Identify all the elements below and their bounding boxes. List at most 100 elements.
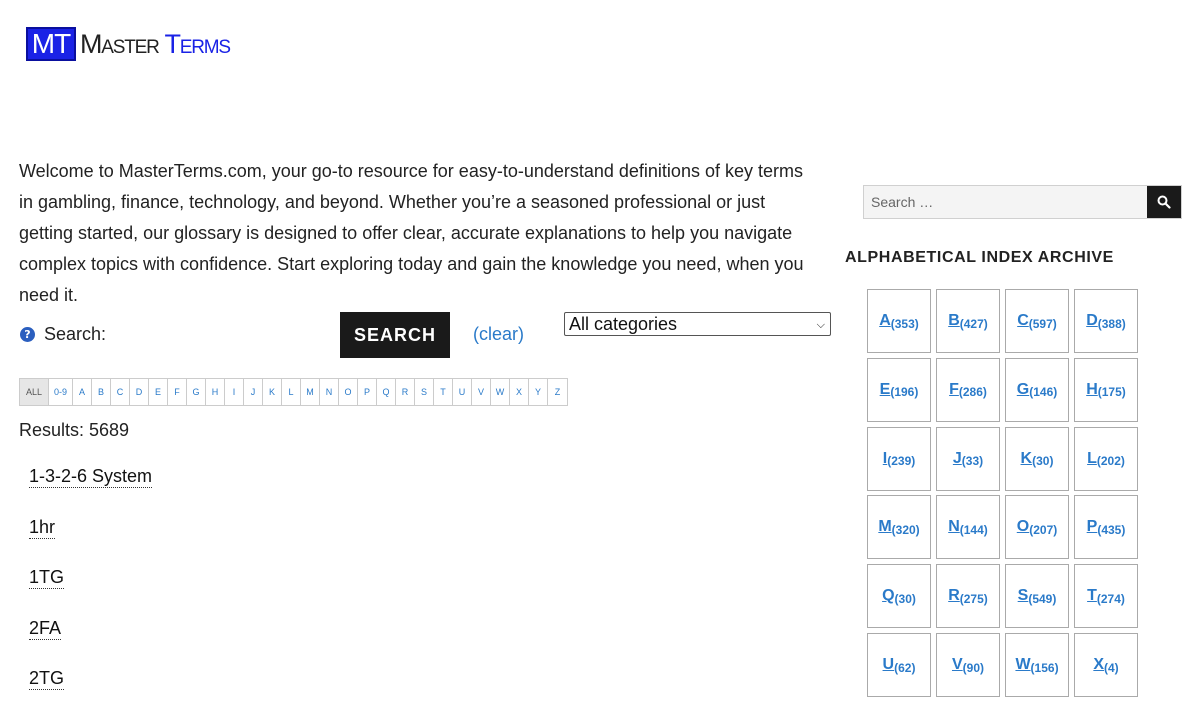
index-letter-n[interactable]: N (144) — [936, 495, 1000, 560]
index-count: (320) — [891, 522, 920, 537]
letter-filter-b[interactable]: B — [92, 379, 111, 405]
term-link[interactable]: 1-3-2-6 System — [29, 466, 153, 488]
letter-filter-y[interactable]: Y — [529, 379, 548, 405]
letter-filter-j[interactable]: J — [244, 379, 263, 405]
index-letter: K — [1020, 449, 1033, 467]
index-letter-i[interactable]: I (239) — [867, 426, 931, 491]
clear-link[interactable]: (clear) — [473, 324, 524, 345]
letter-filter-i[interactable]: I — [225, 379, 244, 405]
letter-filter-h[interactable]: H — [206, 379, 225, 405]
letter-filter-o[interactable]: O — [339, 379, 358, 405]
sidebar-search-button[interactable] — [1147, 186, 1181, 218]
index-letter-t[interactable]: T (274) — [1074, 564, 1138, 629]
index-count: (274) — [1096, 591, 1125, 606]
letter-filter-g[interactable]: G — [187, 379, 206, 405]
category-select[interactable]: All categories ⌵ — [564, 312, 831, 336]
alphabetical-index-heading: ALPHABETICAL INDEX ARCHIVE — [845, 249, 1114, 266]
index-letter: V — [951, 656, 963, 673]
index-count: (549) — [1028, 591, 1057, 606]
index-count: (597) — [1028, 316, 1057, 331]
index-letter-g[interactable]: G (146) — [1005, 357, 1069, 422]
index-count: (435) — [1097, 522, 1126, 537]
index-letter-o[interactable]: O (207) — [1005, 495, 1069, 560]
index-letter-p[interactable]: P (435) — [1074, 495, 1138, 560]
term-link[interactable]: 1TG — [29, 567, 65, 589]
index-letter: E — [879, 380, 891, 398]
index-letter: D — [1086, 312, 1098, 329]
letter-filter-l[interactable]: L — [282, 379, 301, 405]
letter-filter-v[interactable]: V — [472, 379, 491, 405]
index-letter-r[interactable]: R (275) — [936, 564, 1000, 629]
letter-filter-c[interactable]: C — [111, 379, 130, 405]
letter-filter-bar: ALL 0-9 A B C D E F G H I J K L M N O P Q R S T U V W X Y Z — [19, 378, 568, 406]
index-count: (196) — [890, 385, 919, 400]
index-count: (175) — [1097, 385, 1126, 400]
index-count: (239) — [887, 454, 916, 469]
index-letter: S — [1017, 587, 1029, 605]
index-count: (156) — [1030, 660, 1059, 675]
letter-filter-r[interactable]: R — [396, 379, 415, 405]
index-letter: P — [1086, 518, 1098, 536]
letter-filter-t[interactable]: T — [434, 379, 453, 405]
index-count: (30) — [894, 591, 916, 606]
letter-filter-s[interactable]: S — [415, 379, 434, 405]
index-letter: A — [879, 312, 891, 329]
letter-filter-q[interactable]: Q — [377, 379, 396, 405]
index-letter-v[interactable]: V (90) — [936, 633, 1000, 697]
index-letter-x[interactable]: X (4) — [1074, 633, 1138, 697]
index-letter-c[interactable]: C (597) — [1005, 289, 1069, 353]
letter-filter-f[interactable]: F — [168, 379, 187, 405]
index-letter: W — [1015, 656, 1031, 673]
index-letter-m[interactable]: M (320) — [867, 495, 931, 560]
index-letter: R — [948, 587, 960, 605]
index-letter-s[interactable]: S (549) — [1005, 564, 1069, 629]
letter-filter-w[interactable]: W — [491, 379, 510, 405]
letter-filter-u[interactable]: U — [453, 379, 472, 405]
index-count: (427) — [959, 316, 988, 331]
logo-text: Master Terms — [80, 27, 231, 61]
letter-filter-all[interactable]: ALL — [20, 379, 49, 405]
letter-filter-a[interactable]: A — [73, 379, 92, 405]
index-letter-e[interactable]: E (196) — [867, 357, 931, 422]
index-count: (30) — [1032, 454, 1054, 469]
index-letter: F — [949, 380, 959, 398]
index-count: (207) — [1029, 522, 1058, 537]
letter-filter-m[interactable]: M — [301, 379, 320, 405]
index-letter-j[interactable]: J (33) — [936, 426, 1000, 491]
index-count: (144) — [959, 522, 988, 537]
logo-word-master: Master — [80, 29, 160, 59]
index-letter-l[interactable]: L (202) — [1074, 426, 1138, 491]
intro-text: Welcome to MasterTerms.com, your go-to r… — [19, 161, 804, 305]
letter-filter-d[interactable]: D — [130, 379, 149, 405]
sidebar-search-input[interactable]: Search … — [864, 186, 1147, 218]
index-count: (275) — [959, 591, 988, 606]
index-letter: J — [952, 449, 962, 467]
letter-filter-e[interactable]: E — [149, 379, 168, 405]
category-selected-value: All categories — [569, 313, 678, 334]
letter-filter-k[interactable]: K — [263, 379, 282, 405]
question-icon[interactable]: ? — [20, 327, 35, 342]
index-count: (353) — [890, 316, 919, 331]
term-link[interactable]: 2FA — [29, 618, 62, 640]
letter-filter-0-9[interactable]: 0-9 — [49, 379, 73, 405]
term-link[interactable]: 2TG — [29, 668, 65, 690]
index-letter-d[interactable]: D (388) — [1074, 289, 1138, 353]
letter-filter-z[interactable]: Z — [548, 379, 567, 405]
search-button[interactable]: SEARCH — [340, 312, 450, 358]
index-letter-h[interactable]: H (175) — [1074, 357, 1138, 422]
index-letter: U — [882, 656, 895, 673]
index-letter-f[interactable]: F (286) — [936, 357, 1000, 422]
index-letter-k[interactable]: K (30) — [1005, 426, 1069, 491]
index-letter-b[interactable]: B (427) — [936, 289, 1000, 353]
site-logo[interactable]: MT Master Terms — [26, 27, 231, 61]
index-letter: B — [948, 312, 960, 329]
letter-filter-p[interactable]: P — [358, 379, 377, 405]
index-letter-q[interactable]: Q (30) — [867, 564, 931, 629]
term-link[interactable]: 1hr — [29, 517, 56, 539]
index-letter-u[interactable]: U (62) — [867, 633, 931, 697]
letter-filter-n[interactable]: N — [320, 379, 339, 405]
index-letter-a[interactable]: A (353) — [867, 289, 931, 353]
letter-filter-x[interactable]: X — [510, 379, 529, 405]
index-letter-w[interactable]: W (156) — [1005, 633, 1069, 697]
logo-word-terms: Terms — [164, 29, 231, 59]
